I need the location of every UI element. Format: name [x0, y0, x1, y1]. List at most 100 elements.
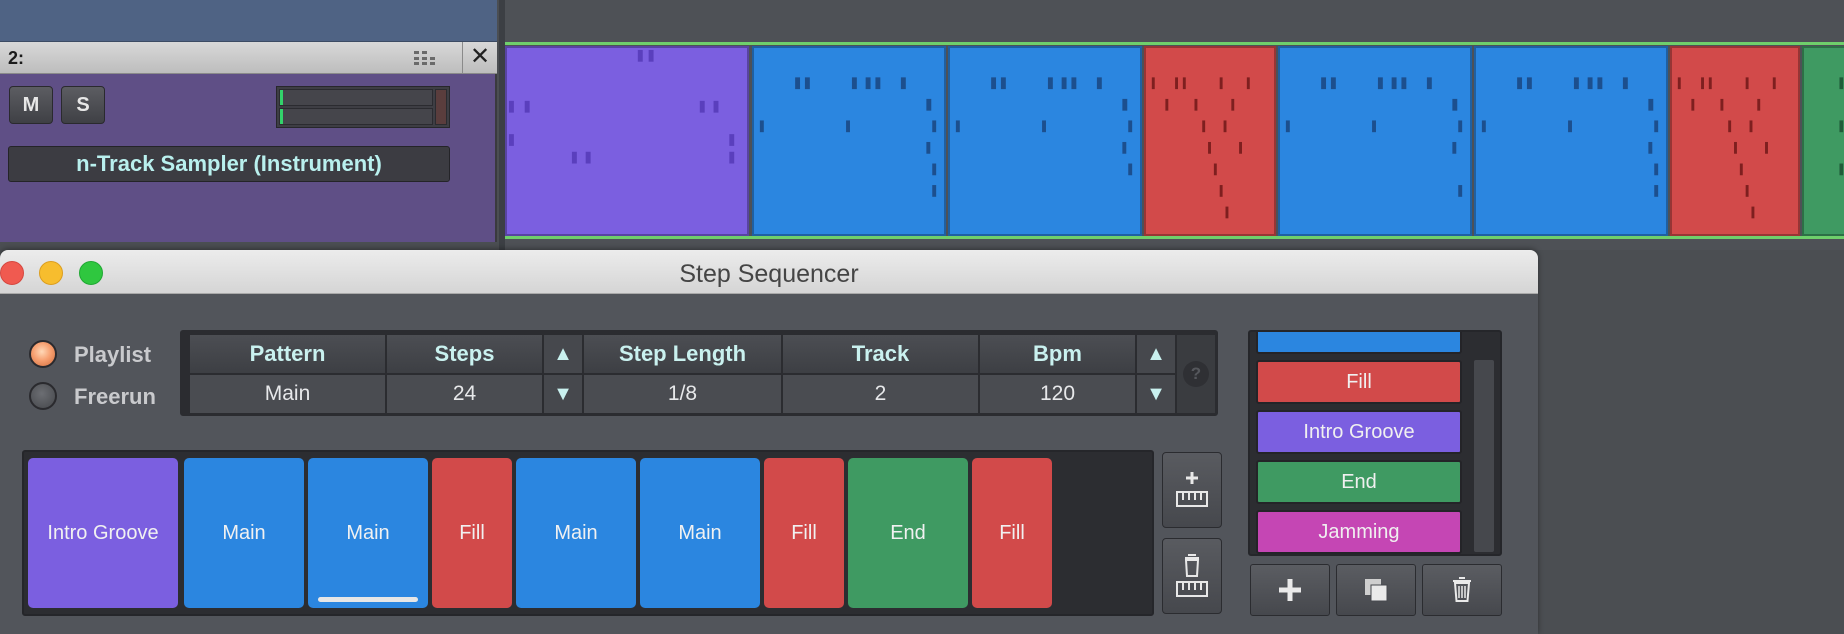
playlist-block-label: Fill	[791, 521, 817, 544]
clip-indicator	[435, 89, 447, 125]
triangle-down-icon: ▼	[1146, 382, 1166, 405]
track-lane-border	[505, 42, 1844, 45]
delete-pattern-button[interactable]	[1422, 564, 1502, 616]
playlist-block-label: Main	[678, 521, 722, 544]
track-value[interactable]: 2	[783, 375, 978, 413]
pattern-library-item[interactable]: Fill	[1256, 360, 1462, 404]
arrangement-clip-fill[interactable]	[1670, 46, 1800, 236]
pattern-library-item[interactable]	[1256, 332, 1462, 354]
track-area-top	[0, 0, 497, 42]
step-grid-pattern	[508, 49, 735, 164]
steps-decrease-button[interactable]: ▼	[544, 375, 582, 413]
mute-button[interactable]: M	[9, 86, 53, 124]
arrangement-clip-end[interactable]	[1802, 46, 1844, 236]
pattern-library-item[interactable]: End	[1256, 460, 1462, 504]
playlist-block-label: Fill	[459, 521, 485, 544]
instrument-selector[interactable]: n-Track Sampler (Instrument)	[8, 146, 450, 182]
step-grid-pattern	[1677, 77, 1776, 219]
clear-playlist-button[interactable]	[1162, 538, 1222, 614]
bpm-increase-button[interactable]: ▲	[1137, 335, 1175, 373]
solo-button[interactable]: S	[61, 86, 105, 124]
step-grid-pattern	[1481, 77, 1659, 197]
playlist-mode-label[interactable]: Playlist	[74, 342, 151, 368]
playlist-block[interactable]: Main	[516, 458, 636, 608]
library-scrollbar[interactable]	[1474, 360, 1494, 552]
playlist-block-label: Main	[346, 521, 390, 544]
steps-value[interactable]: 24	[387, 375, 542, 413]
playlist-block[interactable]: Intro Groove	[28, 458, 178, 608]
arrangement-clip-main[interactable]	[1474, 46, 1668, 236]
level-meter	[276, 86, 450, 128]
new-pattern-button[interactable]	[1250, 564, 1330, 616]
step-length-header: Step Length	[584, 335, 781, 373]
triangle-down-icon: ▼	[553, 382, 573, 405]
step-length-value[interactable]: 1/8	[584, 375, 781, 413]
pattern-library-item-label: Intro Groove	[1303, 420, 1415, 443]
plus-icon	[1279, 579, 1301, 601]
playlist-block-label: Intro Groove	[47, 521, 159, 544]
step-grid-pattern	[1285, 77, 1463, 197]
pattern-header: Pattern	[190, 335, 385, 373]
pattern-library-item-label: Fill	[1346, 370, 1372, 393]
help-cell: ?	[1177, 335, 1215, 413]
add-to-playlist-icon	[1176, 472, 1208, 507]
help-icon[interactable]: ?	[1183, 361, 1209, 387]
pattern-library-item-label: Jamming	[1318, 520, 1400, 543]
pattern-settings-table: Pattern Steps ▲ Step Length Track Bpm ▲ …	[180, 330, 1218, 416]
track-lane-border	[505, 236, 1844, 239]
playlist-block-label: End	[890, 521, 926, 544]
step-grid-pattern	[759, 77, 937, 197]
bpm-header: Bpm	[980, 335, 1135, 373]
add-to-playlist-button[interactable]	[1162, 452, 1222, 528]
pattern-value[interactable]: Main	[190, 375, 385, 413]
playlist-block[interactable]: Fill	[764, 458, 844, 608]
track-header-cell: Track	[783, 335, 978, 373]
freerun-mode-label[interactable]: Freerun	[74, 384, 156, 410]
trash-icon	[1453, 577, 1471, 602]
bpm-value[interactable]: 120	[980, 375, 1135, 413]
arrangement-clip-main[interactable]	[1278, 46, 1472, 236]
pattern-grid-icon[interactable]	[412, 49, 438, 67]
steps-header: Steps	[387, 335, 542, 373]
track-title-bar[interactable]: 2: ✕	[0, 42, 497, 74]
playlist-block[interactable]: Main	[308, 458, 428, 608]
window-title: Step Sequencer	[679, 260, 859, 288]
playlist-block-label: Fill	[999, 521, 1025, 544]
triangle-up-icon: ▲	[1146, 342, 1166, 365]
playlist-block[interactable]: Fill	[432, 458, 512, 608]
playlist-block-label: Main	[554, 521, 598, 544]
window-titlebar[interactable]: Step Sequencer	[0, 250, 1538, 294]
arrangement-clip-fill[interactable]	[1144, 46, 1276, 236]
selected-indicator	[318, 597, 418, 602]
close-icon: ✕	[469, 43, 491, 70]
close-track-button[interactable]: ✕	[462, 42, 497, 74]
triangle-up-icon: ▲	[553, 342, 573, 365]
arrangement-view[interactable]	[505, 0, 1844, 250]
playlist-block-label: Main	[222, 521, 266, 544]
freerun-mode-radio[interactable]	[29, 382, 57, 410]
step-grid-pattern	[955, 77, 1133, 176]
step-sequencer-window: Step Sequencer Playlist Freerun Pattern …	[0, 250, 1538, 634]
arrangement-clip-main[interactable]	[948, 46, 1142, 236]
playlist-block[interactable]: Main	[184, 458, 304, 608]
clear-playlist-icon	[1176, 554, 1208, 597]
pattern-library-list[interactable]: Fill Intro Groove End Jamming	[1248, 330, 1502, 556]
duplicate-icon	[1365, 579, 1388, 602]
playlist-block[interactable]: Main	[640, 458, 760, 608]
duplicate-pattern-button[interactable]	[1336, 564, 1416, 616]
arrangement-clip-intro-groove[interactable]	[505, 46, 749, 236]
arrangement-clip-main[interactable]	[752, 46, 946, 236]
step-grid-pattern	[1151, 77, 1250, 219]
track-header: 2: ✕ M S n-Track Sampler (Instrument)	[0, 42, 497, 242]
pattern-playlist[interactable]: Intro Groove Main Main Fill Main Main Fi…	[22, 450, 1154, 616]
steps-increase-button[interactable]: ▲	[544, 335, 582, 373]
playlist-mode-radio[interactable]	[29, 340, 57, 368]
step-grid-pattern	[1839, 77, 1844, 176]
bpm-decrease-button[interactable]: ▼	[1137, 375, 1175, 413]
track-number: 2:	[8, 48, 25, 68]
playlist-block[interactable]: Fill	[972, 458, 1052, 608]
pattern-library-item-label: End	[1341, 470, 1377, 493]
pattern-library-item[interactable]: Jamming	[1256, 510, 1462, 554]
playlist-block[interactable]: End	[848, 458, 968, 608]
pattern-library-item[interactable]: Intro Groove	[1256, 410, 1462, 454]
